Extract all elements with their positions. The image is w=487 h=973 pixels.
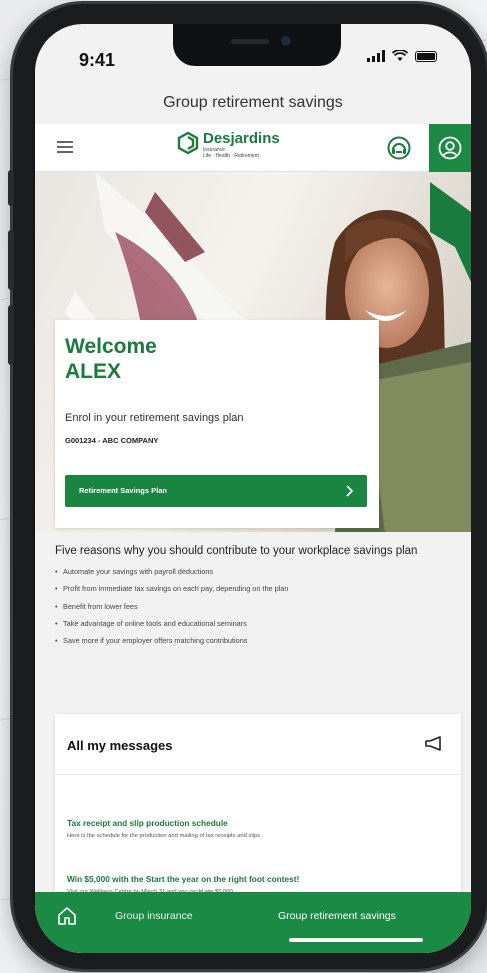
plan-button-label: Retirement Savings Plan [79, 486, 167, 495]
list-item: Profit from immediate tax savings on eac… [55, 584, 455, 594]
user-icon [438, 136, 462, 160]
signal-icon [367, 50, 385, 62]
mute-switch [8, 170, 14, 206]
nav-group-insurance[interactable]: Group insurance [115, 910, 193, 922]
brand-sub-2: Life · Health · Retirement [203, 153, 259, 159]
app-header: Desjardins Insurance Life · Health · Ret… [35, 124, 471, 172]
notch [173, 24, 341, 66]
divider [55, 774, 461, 775]
megaphone-icon[interactable] [423, 734, 443, 754]
status-time: 9:41 [79, 50, 116, 70]
list-item: Save more if your employer offers matchi… [55, 636, 455, 646]
welcome-greeting: Welcome [65, 335, 157, 358]
front-camera [281, 36, 291, 46]
brand-logo[interactable]: Desjardins Insurance Life · Health · Ret… [177, 130, 280, 159]
nav-group-retirement-savings[interactable]: Group retirement savings [278, 910, 396, 922]
company-id: G001234 - ABC COMPANY [65, 436, 159, 445]
volume-down-button [8, 305, 14, 365]
list-item: Take advantage of online tools and educa… [55, 619, 455, 629]
page-title: Group retirement savings [163, 94, 343, 111]
battery-icon [415, 50, 437, 62]
home-icon[interactable] [57, 906, 77, 926]
desjardins-logo-icon [177, 132, 199, 154]
home-indicator [289, 938, 423, 942]
wifi-icon [392, 50, 408, 61]
message-item[interactable]: Tax receipt and slip production schedule… [67, 818, 447, 839]
phone-screen: 9:41 Group retirement savings Desjardins… [35, 24, 471, 953]
reasons-list: Automate your savings with payroll deduc… [55, 567, 455, 646]
user-profile-button[interactable] [429, 124, 471, 172]
reasons-section: Five reasons why you should contribute t… [55, 544, 455, 653]
enrol-text: Enrol in your retirement savings plan [65, 412, 244, 424]
chevron-right-icon [346, 485, 354, 497]
welcome-title: Welcome ALEX [65, 334, 157, 384]
welcome-card: Welcome ALEX Enrol in your retirement sa… [55, 320, 379, 528]
volume-up-button [8, 230, 14, 290]
reasons-title: Five reasons why you should contribute t… [55, 545, 418, 557]
messages-heading: All my messages [67, 738, 173, 753]
status-icons [367, 50, 437, 62]
retirement-savings-plan-button[interactable]: Retirement Savings Plan [65, 475, 367, 507]
speaker [231, 39, 269, 44]
support-icon[interactable] [387, 136, 411, 160]
message-title: Win $5,000 with the Start the year on th… [67, 874, 300, 884]
message-desc: Here is the schedule for the production … [67, 833, 262, 839]
welcome-user-name: ALEX [65, 360, 122, 383]
bottom-navigation: Group insurance Group retirement savings [35, 892, 471, 953]
brand-text: Desjardins Insurance Life · Health · Ret… [203, 130, 280, 159]
message-title: Tax receipt and slip production schedule [67, 818, 228, 828]
hamburger-icon[interactable] [57, 141, 73, 153]
list-item: Benefit from lower fees [55, 602, 455, 612]
list-item: Automate your savings with payroll deduc… [55, 567, 455, 577]
brand-name: Desjardins [203, 130, 280, 147]
